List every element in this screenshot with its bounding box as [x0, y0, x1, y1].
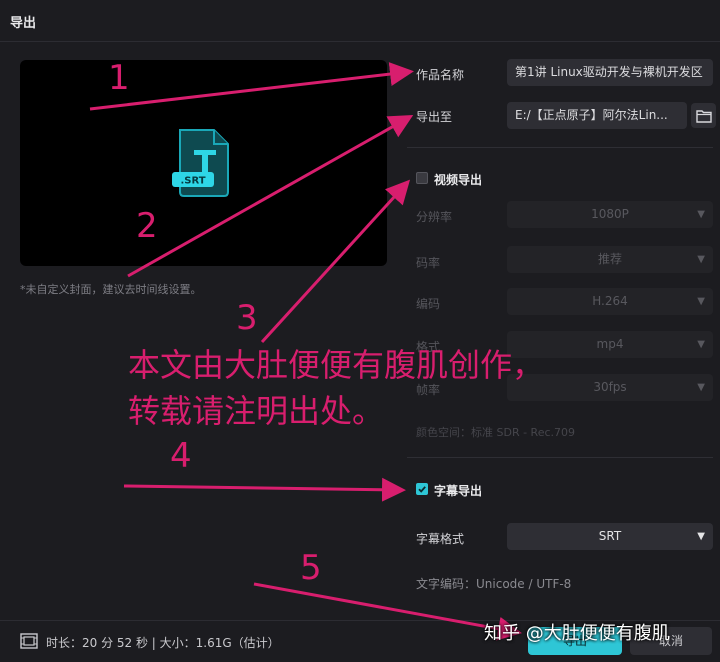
chevron-down-icon: ▼: [697, 339, 705, 350]
export-to-label: 导出至: [416, 110, 453, 124]
codec-select: H.264 ▼: [507, 288, 713, 315]
watermark-text: 本文由大肚便便有腹肌创作， 转载请注明出处。: [128, 342, 544, 434]
chevron-down-icon: ▼: [697, 531, 705, 542]
chevron-down-icon: ▼: [697, 254, 705, 265]
film-icon: [20, 633, 38, 649]
video-export-label: 视频导出: [434, 173, 483, 187]
format-value: mp4: [596, 337, 624, 351]
divider: [407, 147, 713, 148]
annotation-number-4: 4: [170, 436, 192, 476]
name-label: 作品名称: [416, 68, 465, 82]
resolution-select: 1080P ▼: [507, 201, 713, 228]
zhihu-watermark: 知乎 @大肚便便有腹肌: [484, 623, 670, 644]
browse-folder-button[interactable]: [691, 103, 716, 128]
chevron-down-icon: ▼: [697, 382, 705, 393]
checkmark-icon: [418, 486, 426, 493]
divider: [407, 457, 713, 458]
cover-preview: .SRT: [20, 60, 387, 266]
watermark-line-2: 转载请注明出处。: [128, 392, 385, 430]
annotation-number-1: 1: [108, 58, 130, 98]
chevron-down-icon: ▼: [697, 296, 705, 307]
subtitle-export-checkbox[interactable]: [416, 483, 428, 495]
srt-badge-text: .SRT: [180, 176, 205, 187]
duration-size-info: 时长：20 分 52 秒 | 大小：1.61G（估计）: [46, 636, 280, 650]
annotation-number-3: 3: [236, 298, 258, 338]
subtitle-format-select[interactable]: SRT ▼: [507, 523, 713, 550]
bitrate-select: 推荐 ▼: [507, 246, 713, 273]
codec-value: H.264: [592, 294, 628, 308]
chevron-down-icon: ▼: [697, 209, 705, 220]
title-bar: 导出: [0, 0, 720, 42]
bitrate-value: 推荐: [597, 252, 622, 266]
framerate-value: 30fps: [593, 380, 627, 394]
window-title: 导出: [10, 16, 37, 31]
encoding-note: 文字编码：Unicode / UTF-8: [416, 577, 572, 591]
resolution-label: 分辨率: [416, 210, 453, 224]
srt-file-icon: .SRT: [172, 129, 229, 197]
subtitle-format-value: SRT: [598, 529, 622, 543]
resolution-value: 1080P: [591, 207, 629, 221]
bitrate-label: 码率: [416, 256, 441, 270]
annotation-number-5: 5: [300, 548, 322, 588]
video-export-checkbox[interactable]: [416, 172, 428, 184]
name-input[interactable]: 第1讲 Linux驱动开发与裸机开发区: [507, 59, 713, 86]
arrow-4: [123, 477, 406, 502]
export-path-input[interactable]: E:/【正点原子】阿尔法Lin...: [507, 102, 687, 129]
watermark-line-1: 本文由大肚便便有腹肌创作，: [128, 346, 545, 384]
annotation-number-2: 2: [136, 206, 158, 246]
cover-note: *未自定义封面，建议去时间线设置。: [20, 283, 202, 296]
subtitle-export-label: 字幕导出: [434, 484, 483, 498]
subtitle-format-label: 字幕格式: [416, 532, 465, 546]
codec-label: 编码: [416, 297, 441, 311]
folder-icon: [695, 109, 712, 123]
